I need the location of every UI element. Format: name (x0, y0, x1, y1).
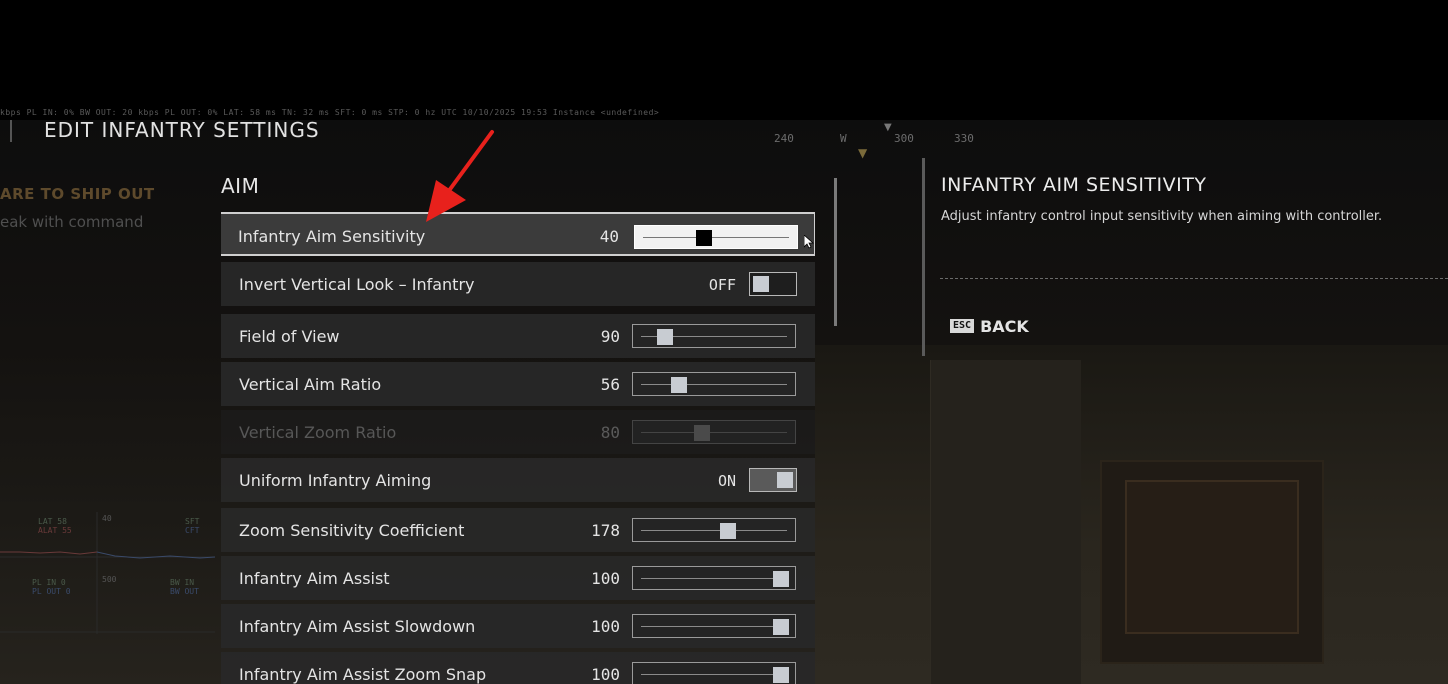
setting-row-vertical-aim-ratio[interactable]: Vertical Aim Ratio 56 (221, 362, 815, 406)
background-door (930, 360, 1081, 684)
info-title: INFANTRY AIM SENSITIVITY (941, 174, 1207, 196)
setting-label: Infantry Aim Assist Zoom Snap (239, 665, 487, 684)
slider-thumb[interactable] (695, 230, 712, 246)
slider-thumb[interactable] (773, 619, 789, 635)
setting-label: Field of View (239, 327, 340, 346)
setting-row-zoom-sensitivity-coefficient[interactable]: Zoom Sensitivity Coefficient 178 (221, 508, 815, 552)
setting-row-uniform-infantry-aiming[interactable]: Uniform Infantry Aiming ON (221, 458, 815, 502)
background-top (0, 0, 1448, 120)
setting-row-invert-vertical-look-infantry[interactable]: Invert Vertical Look – Infantry OFF (221, 262, 815, 306)
setting-slider[interactable] (634, 225, 798, 249)
background-objective-subtext: eak with command (0, 213, 144, 231)
slider-track (641, 384, 787, 385)
compass-tick: W (840, 132, 847, 145)
back-button[interactable]: ESC BACK (950, 316, 1029, 336)
slider-thumb (693, 425, 710, 441)
setting-slider[interactable] (632, 566, 796, 590)
setting-slider[interactable] (632, 614, 796, 638)
netgraph-lines (0, 512, 215, 634)
setting-value: 56 (600, 375, 620, 394)
netgraph-cft-label: CFT (185, 526, 200, 535)
slider-track (641, 432, 787, 433)
netgraph-bwout-label: BW OUT (170, 587, 199, 596)
setting-row-field-of-view[interactable]: Field of View 90 (221, 314, 815, 358)
slider-thumb[interactable] (671, 377, 688, 393)
netgraph-bwin-label: BW IN (170, 578, 195, 587)
objective-marker-icon: ▼ (858, 146, 868, 160)
setting-value: 90 (600, 327, 620, 346)
setting-slider (632, 420, 796, 444)
setting-label: Vertical Zoom Ratio (239, 423, 397, 442)
setting-value: 178 (591, 521, 620, 540)
setting-label: Infantry Aim Assist Slowdown (239, 617, 476, 636)
slider-thumb[interactable] (773, 571, 789, 587)
setting-slider[interactable] (632, 372, 796, 396)
slider-track (641, 578, 787, 579)
netgraph-top-scale: 40 (102, 514, 112, 523)
setting-toggle[interactable] (749, 468, 797, 492)
title-separator (10, 120, 12, 142)
setting-value: 100 (591, 569, 620, 588)
compass-tick: 330 (954, 132, 974, 145)
toggle-knob (753, 276, 769, 292)
setting-slider[interactable] (632, 662, 796, 684)
toggle-knob (777, 472, 793, 488)
slider-thumb[interactable] (656, 329, 673, 345)
slider-thumb[interactable] (773, 667, 789, 683)
background-objective-text: ARE TO SHIP OUT (0, 185, 155, 203)
info-divider (940, 278, 1448, 279)
setting-value: 40 (599, 227, 619, 246)
slider-track (643, 237, 789, 238)
netgraph-plout-label: PL OUT 0 (32, 587, 71, 596)
settings-list: Infantry Aim Sensitivity 40 Invert Vertica… (221, 212, 815, 684)
netgraph-bottom-scale: 500 (102, 575, 117, 584)
netgraph-plin-label: PL IN 0 (32, 578, 66, 587)
setting-info-panel: INFANTRY AIM SENSITIVITY Adjust infantry… (922, 158, 1448, 356)
setting-row-infantry-aim-assist[interactable]: Infantry Aim Assist 100 (221, 556, 815, 600)
mouse-cursor-icon (804, 235, 814, 249)
section-title-aim: AIM (221, 174, 260, 198)
compass: 240 W 300 330 ▼ ▼ (760, 122, 1020, 160)
setting-label: Zoom Sensitivity Coefficient (239, 521, 465, 540)
setting-row-vertical-zoom-ratio: Vertical Zoom Ratio 80 (221, 410, 815, 454)
compass-tick: 240 (774, 132, 794, 145)
background-picture-inner (1125, 480, 1299, 634)
setting-row-infantry-aim-assist-slowdown[interactable]: Infantry Aim Assist Slowdown 100 (221, 604, 815, 648)
setting-toggle[interactable] (749, 272, 797, 296)
slider-track (641, 674, 787, 675)
setting-slider[interactable] (632, 518, 796, 542)
setting-value: 80 (600, 423, 620, 442)
toggle-state-text: ON (717, 472, 736, 490)
setting-label: Infantry Aim Assist (239, 569, 390, 588)
esc-key-icon: ESC (950, 319, 975, 333)
setting-label: Uniform Infantry Aiming (239, 471, 432, 490)
slider-track (641, 626, 787, 627)
info-panel-border (922, 158, 925, 356)
toggle-state-text: OFF (708, 276, 736, 294)
setting-label: Invert Vertical Look – Infantry (239, 275, 475, 294)
compass-tick: 300 (894, 132, 914, 145)
settings-scrollbar[interactable] (834, 178, 837, 326)
page-title: EDIT INFANTRY SETTINGS (44, 118, 320, 142)
setting-value: 100 (591, 617, 620, 636)
setting-slider[interactable] (632, 324, 796, 348)
compass-heading-marker-icon: ▼ (884, 122, 892, 133)
slider-thumb[interactable] (720, 523, 737, 539)
setting-value: 100 (591, 665, 620, 684)
setting-label: Vertical Aim Ratio (239, 375, 382, 394)
info-description: Adjust infantry control input sensitivit… (941, 209, 1383, 224)
netgraph-lat-label: LAT 58 (38, 517, 67, 526)
setting-row-infantry-aim-sensitivity[interactable]: Infantry Aim Sensitivity 40 (221, 212, 815, 256)
netgraph-sft-label: SFT (185, 517, 200, 526)
netgraph-alat-label: ALAT 55 (38, 526, 72, 535)
netgraph-panel: LAT 58 ALAT 55 40 SFT CFT 500 PL IN 0 PL… (0, 512, 215, 634)
slider-track (641, 530, 787, 531)
setting-label: Infantry Aim Sensitivity (238, 227, 426, 246)
setting-row-infantry-aim-assist-zoom-snap[interactable]: Infantry Aim Assist Zoom Snap 100 (221, 652, 815, 684)
back-button-label: BACK (980, 316, 1029, 336)
